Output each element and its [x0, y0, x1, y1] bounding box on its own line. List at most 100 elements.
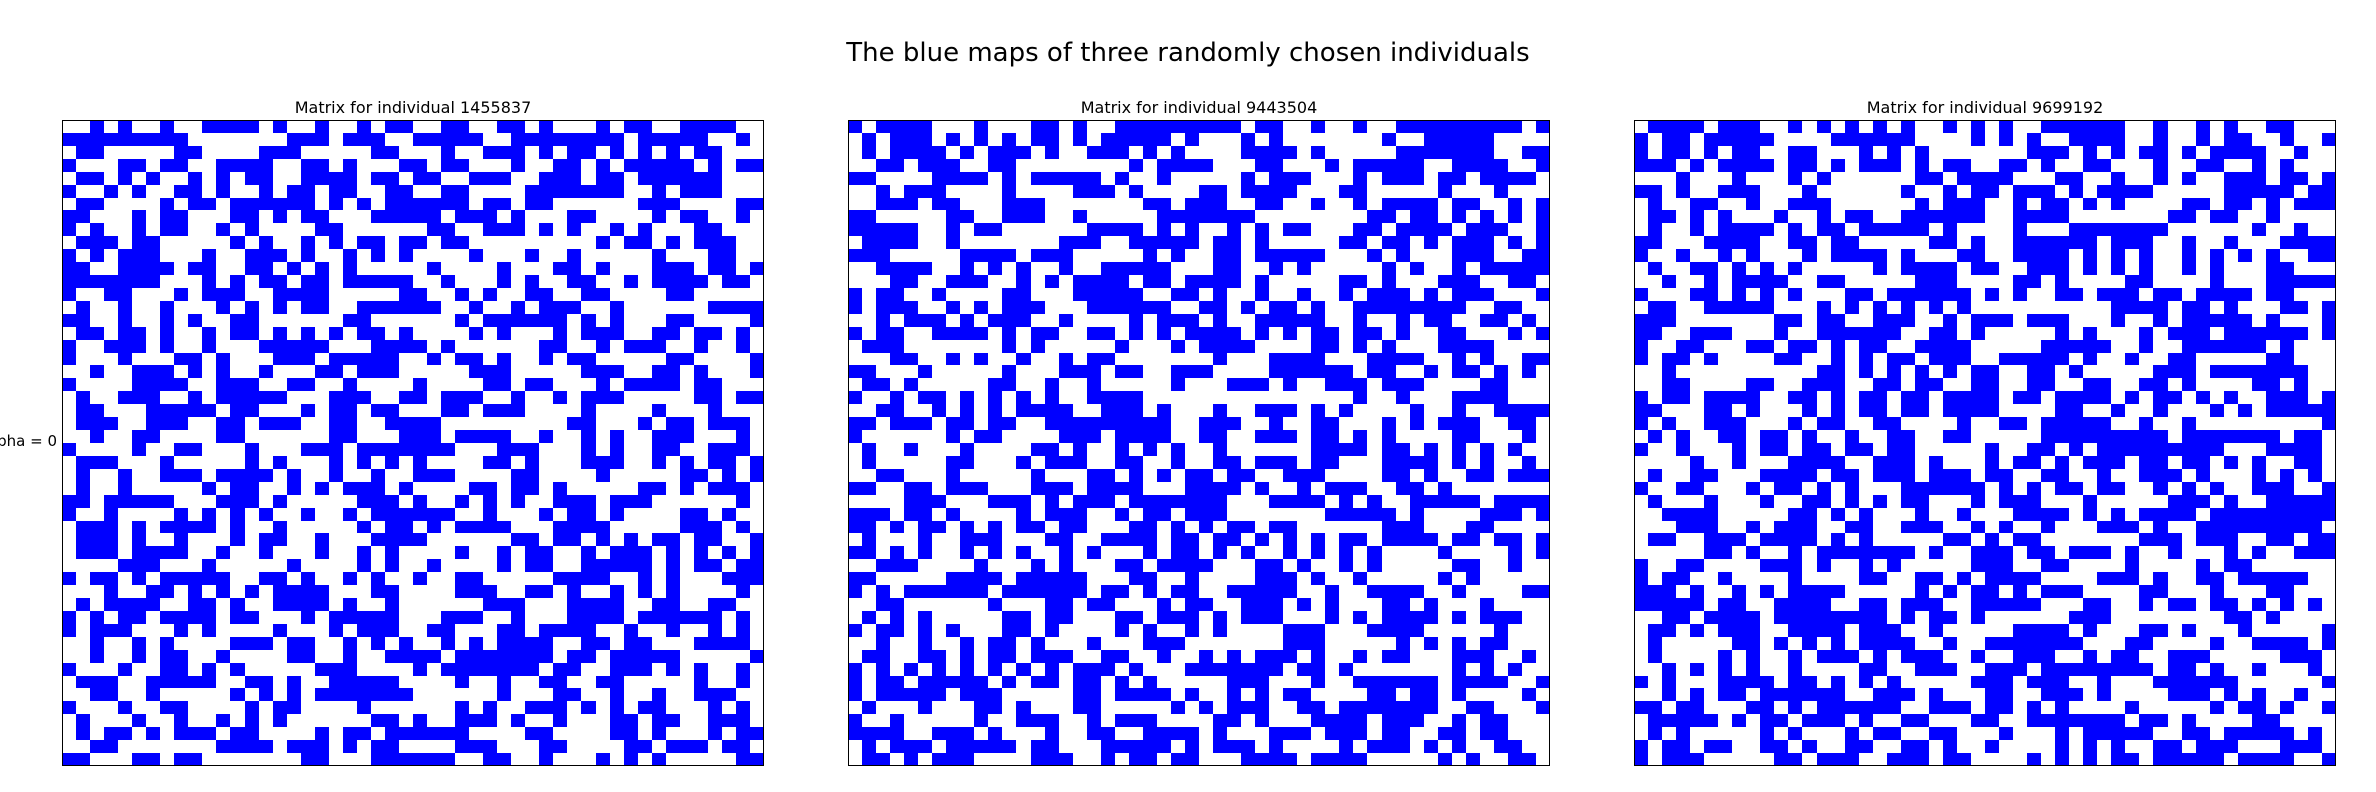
- heatmap-cell: [722, 443, 736, 456]
- heatmap-cell: [1255, 404, 1269, 417]
- heatmap-cell: [988, 637, 1002, 650]
- heatmap-cell: [890, 288, 904, 301]
- heatmap-cell: [1101, 391, 1115, 404]
- heatmap-cell: [1788, 624, 1802, 637]
- heatmap-cell: [1087, 378, 1101, 391]
- heatmap-cell: [1129, 365, 1143, 378]
- heatmap-cell: [1901, 598, 1915, 611]
- heatmap-cell: [694, 676, 708, 688]
- heatmap-cell: [1859, 159, 1873, 172]
- heatmap-cell: [1831, 249, 1845, 262]
- heatmap-cell: [2111, 185, 2125, 198]
- heatmap-cell: [890, 159, 904, 172]
- heatmap-cell: [1115, 288, 1129, 301]
- heatmap-cell: [1396, 288, 1410, 301]
- heatmap-cell: [2083, 753, 2097, 766]
- heatmap-cell: [1031, 198, 1045, 210]
- heatmap-cell: [2168, 495, 2182, 508]
- heatmap-cell: [946, 482, 960, 495]
- heatmap-cell: [1255, 663, 1269, 676]
- heatmap-cell: [1732, 688, 1746, 701]
- heatmap-cell: [1410, 301, 1424, 314]
- heatmap-cell: [876, 223, 890, 236]
- heatmap-cell: [1817, 314, 1831, 327]
- heatmap-cell: [1367, 585, 1382, 598]
- heatmap-cell: [974, 714, 988, 727]
- heatmap-cell: [525, 275, 539, 288]
- heatmap-cell: [890, 546, 904, 559]
- heatmap-cell: [1508, 533, 1522, 546]
- heatmap-cell: [2055, 340, 2069, 353]
- heatmap-cell: [497, 753, 511, 766]
- heatmap-cell: [988, 650, 1002, 663]
- heatmap-cell: [2153, 172, 2168, 185]
- heatmap-cell: [90, 688, 104, 701]
- heatmap-cell: [2013, 624, 2027, 637]
- heatmap-cell: [1016, 301, 1031, 314]
- heatmap-cell: [1269, 585, 1283, 598]
- heatmap-cell: [525, 456, 539, 469]
- heatmap-cell: [539, 701, 553, 714]
- heatmap-cell: [2111, 430, 2125, 443]
- heatmap-cell: [2097, 572, 2111, 585]
- heatmap-cell: [1185, 314, 1199, 327]
- heatmap-cell: [2238, 327, 2252, 340]
- heatmap-cell: [343, 430, 357, 443]
- heatmap-cell: [2097, 340, 2111, 353]
- heatmap-cell: [610, 146, 624, 159]
- heatmap-cell: [862, 546, 876, 559]
- heatmap-cell: [1452, 236, 1466, 249]
- heatmap-cell: [1241, 585, 1255, 598]
- heatmap-cell: [1943, 223, 1957, 236]
- heatmap-cell: [946, 417, 960, 430]
- heatmap-cell: [399, 430, 413, 443]
- heatmap-cell: [1690, 469, 1704, 482]
- heatmap-cell: [1901, 637, 1915, 650]
- heatmap-cell: [1760, 727, 1774, 740]
- heatmap-cell: [146, 585, 160, 598]
- heatmap-cell: [1522, 404, 1536, 417]
- heatmap-cell: [245, 701, 259, 714]
- heatmap-cell: [722, 236, 736, 249]
- heatmap-cell: [1859, 404, 1873, 417]
- heatmap-cell: [1845, 482, 1859, 495]
- heatmap-cell: [1171, 559, 1185, 572]
- heatmap-cell: [2153, 288, 2168, 301]
- heatmap-cell: [2041, 417, 2055, 430]
- heatmap-cell: [1817, 172, 1831, 185]
- heatmap-cell: [1185, 611, 1199, 624]
- heatmap-cell: [876, 262, 890, 275]
- heatmap-cell: [1016, 585, 1031, 598]
- heatmap-cell: [315, 262, 329, 275]
- heatmap-cell: [2111, 172, 2125, 185]
- heatmap-cell: [1480, 508, 1494, 521]
- heatmap-cell: [174, 378, 188, 391]
- heatmap-cell: [2196, 469, 2210, 482]
- heatmap-cell: [1788, 469, 1802, 482]
- heatmap-cell: [371, 236, 385, 249]
- heatmap-cell: [1241, 611, 1255, 624]
- heatmap-cell: [876, 288, 890, 301]
- heatmap-cell: [2153, 404, 2168, 417]
- heatmap-cell: [230, 740, 245, 753]
- heatmap-cell: [1382, 353, 1396, 365]
- heatmap-cell: [1073, 185, 1087, 198]
- heatmap-cell: [1985, 288, 1999, 301]
- heatmap-cell: [1367, 740, 1382, 753]
- heatmap-cell: [174, 572, 188, 585]
- heatmap-cell: [1452, 327, 1466, 340]
- heatmap-cell: [2210, 533, 2224, 546]
- heatmap-cell: [160, 456, 174, 469]
- heatmap-cell: [2266, 210, 2280, 223]
- heatmap-cell: [2153, 456, 2168, 469]
- heatmap-cell: [1634, 404, 1648, 417]
- heatmap-cell: [160, 521, 174, 533]
- heatmap-cell: [1536, 701, 1550, 714]
- heatmap-cell: [76, 314, 90, 327]
- heatmap-cell: [174, 650, 188, 663]
- heatmap-cell: [511, 443, 525, 456]
- heatmap-cell: [2238, 430, 2252, 443]
- heatmap-cell: [174, 404, 188, 417]
- heatmap-cell: [1438, 120, 1452, 133]
- heatmap-cell: [413, 172, 427, 185]
